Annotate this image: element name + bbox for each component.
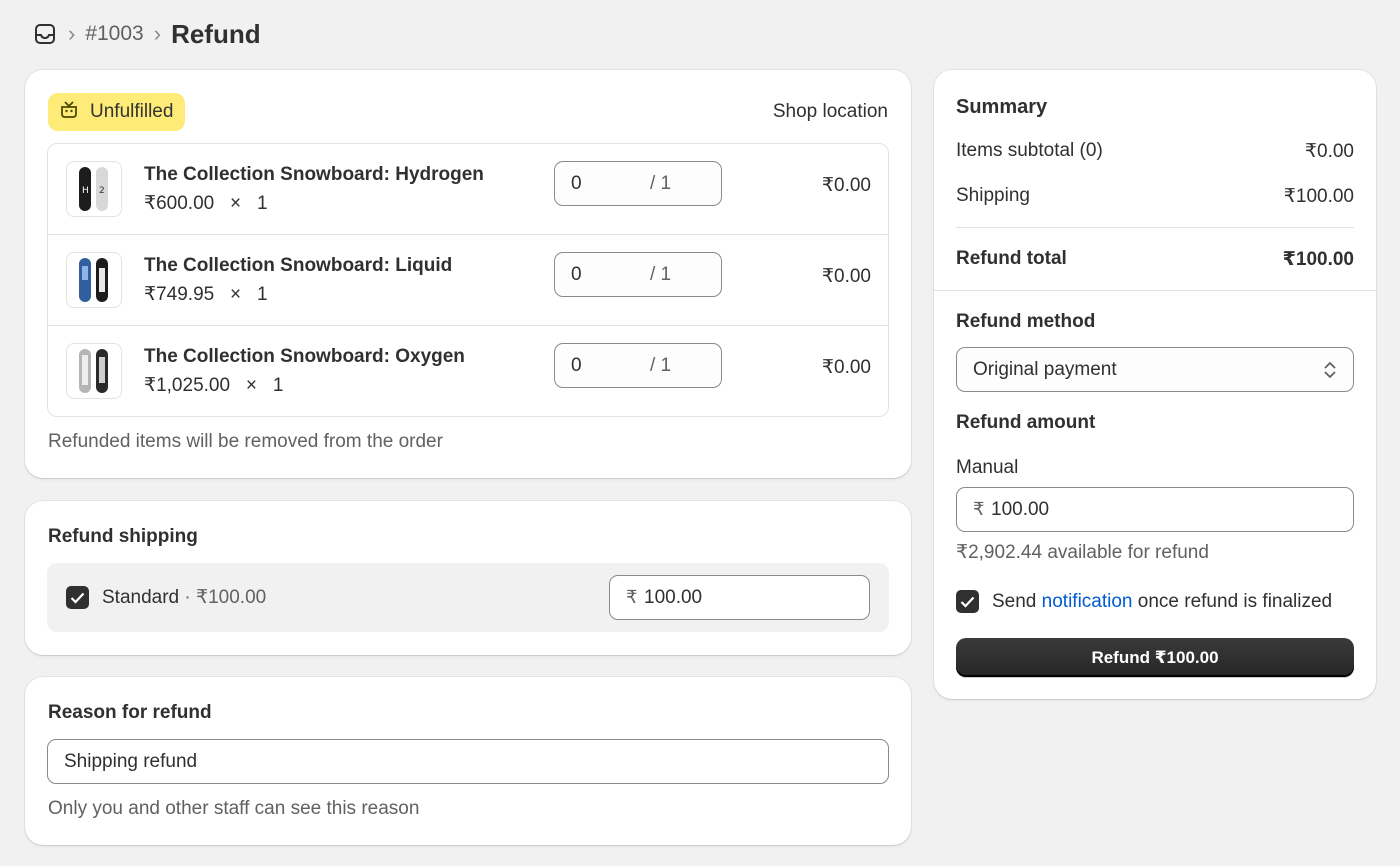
item-refund-total: ₹0.00 [821, 175, 871, 196]
product-thumbnail [66, 343, 122, 399]
refund-quantity-input[interactable]: 0 / 1 [554, 343, 722, 388]
refund-shipping-title: Refund shipping [48, 526, 198, 547]
items-subtotal-row: Items subtotal (0) ₹0.00 [956, 140, 1354, 162]
line-item: The Collection Snowboard: Liquid ₹749.95… [48, 235, 888, 326]
refund-button[interactable]: Refund ₹100.00 [956, 638, 1354, 677]
breadcrumb-separator-icon: › [153, 21, 162, 46]
shipping-row: Shipping ₹100.00 [956, 185, 1354, 207]
line-item: The Collection Snowboard: Oxygen ₹1,025.… [48, 326, 888, 416]
shop-location: Shop location [772, 101, 888, 122]
shipping-refund-amount-input[interactable]: ₹ 100.00 [609, 575, 870, 620]
manual-refund-amount-input[interactable]: ₹ 100.00 [956, 487, 1354, 532]
summary-title: Summary [956, 96, 1048, 118]
shipping-row: Standard · ₹100.00 ₹ 100.00 [47, 563, 889, 632]
refund-reason-help: Only you and other staff can see this re… [48, 798, 420, 819]
select-chevron-icon [1324, 361, 1336, 379]
svg-text:2: 2 [99, 186, 105, 196]
line-items-list: H2 The Collection Snowboard: Hydrogen ₹6… [47, 143, 889, 417]
refund-shipping-card: Refund shipping Standard · ₹100.00 ₹ 100… [25, 501, 911, 655]
refund-items-card: Unfulfilled Shop location H2 The Collect… [25, 70, 911, 478]
item-price: ₹1,025.00 × 1 [144, 375, 284, 396]
checkmark-icon [960, 596, 975, 608]
item-refund-total: ₹0.00 [821, 357, 871, 378]
fulfillment-status-badge: Unfulfilled [48, 93, 186, 131]
product-thumbnail: H2 [66, 161, 122, 217]
refund-reason-input[interactable]: Shipping refund [47, 739, 889, 784]
line-item: H2 The Collection Snowboard: Hydrogen ₹6… [48, 144, 888, 235]
fulfillment-status-label: Unfulfilled [90, 101, 174, 122]
send-notification-checkbox[interactable] [956, 590, 979, 613]
refund-quantity-input[interactable]: 0 / 1 [554, 161, 722, 206]
unfulfilled-icon [58, 98, 80, 126]
send-notification-label: Send notification once refund is finaliz… [992, 591, 1333, 612]
shipping-method-label: Standard · ₹100.00 [102, 587, 267, 608]
item-name[interactable]: The Collection Snowboard: Hydrogen [144, 164, 484, 186]
refund-amount-title: Refund amount [956, 412, 1096, 433]
inbox-icon[interactable] [32, 21, 58, 47]
refund-total-row: Refund total ₹100.00 [956, 248, 1354, 270]
breadcrumb-order-link[interactable]: #1003 [85, 22, 143, 46]
shipping-checkbox[interactable] [66, 586, 89, 609]
item-name[interactable]: The Collection Snowboard: Oxygen [144, 346, 465, 368]
refund-reason-card: Reason for refund Shipping refund Only y… [25, 677, 911, 845]
item-name[interactable]: The Collection Snowboard: Liquid [144, 255, 452, 277]
svg-text:H: H [82, 186, 89, 196]
items-help-text: Refunded items will be removed from the … [48, 431, 443, 452]
item-price: ₹749.95 × 1 [144, 284, 268, 305]
breadcrumb: › #1003 › Refund [32, 16, 261, 52]
refund-reason-title: Reason for refund [48, 702, 212, 723]
refund-quantity-input[interactable]: 0 / 1 [554, 252, 722, 297]
divider [934, 290, 1376, 291]
item-refund-total: ₹0.00 [821, 266, 871, 287]
divider [956, 227, 1354, 228]
item-price: ₹600.00 × 1 [144, 193, 268, 214]
available-for-refund: ₹2,902.44 available for refund [956, 542, 1209, 563]
breadcrumb-separator-icon: › [68, 21, 76, 46]
page-title: Refund [171, 18, 261, 49]
product-thumbnail [66, 252, 122, 308]
notification-link[interactable]: notification [1042, 591, 1133, 612]
checkmark-icon [70, 592, 85, 604]
refund-method-select[interactable]: Original payment [956, 347, 1354, 392]
manual-amount-label: Manual [956, 457, 1019, 478]
summary-card: Summary Items subtotal (0) ₹0.00 Shipping… [934, 70, 1376, 699]
refund-method-title: Refund method [956, 311, 1096, 332]
